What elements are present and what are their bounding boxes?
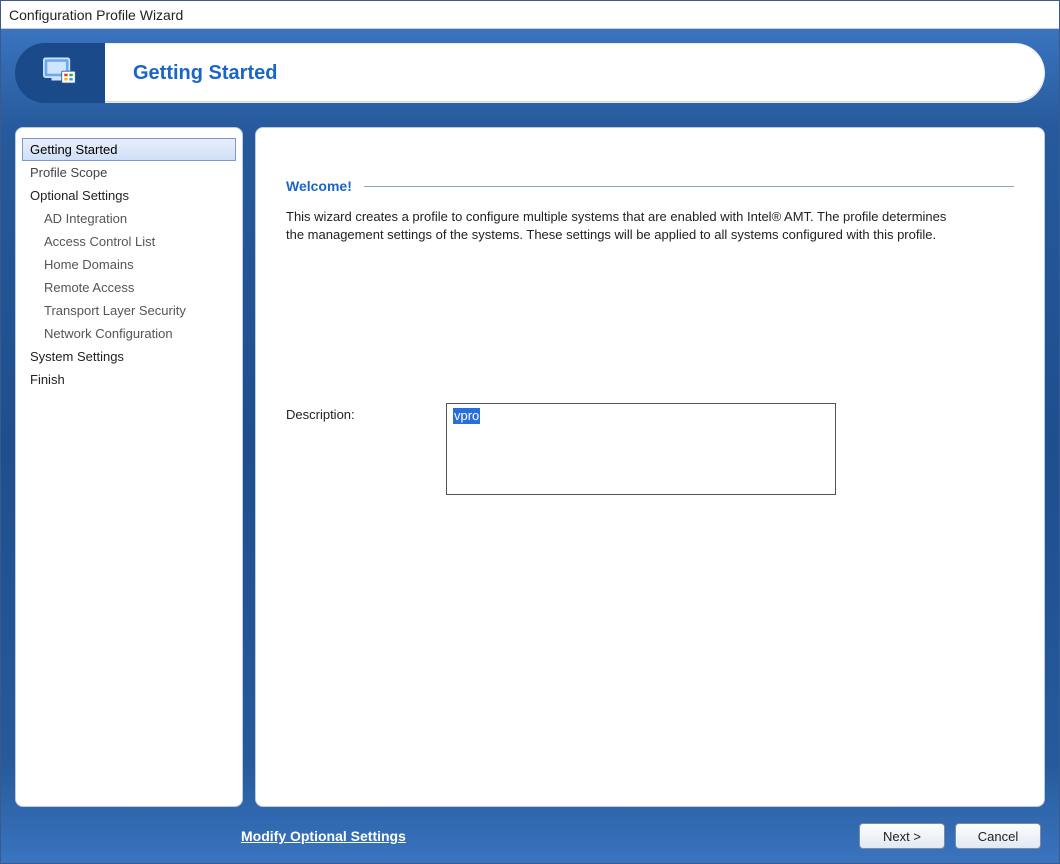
nav-finish[interactable]: Finish xyxy=(22,368,236,391)
nav-access-control-list[interactable]: Access Control List xyxy=(22,230,236,253)
nav-ad-integration[interactable]: AD Integration xyxy=(22,207,236,230)
welcome-text: This wizard creates a profile to configu… xyxy=(286,208,966,243)
main-panel: Welcome! This wizard creates a profile t… xyxy=(255,127,1045,807)
banner-title: Getting Started xyxy=(133,62,277,85)
banner: Getting Started xyxy=(15,43,1045,103)
nav-transport-layer-security[interactable]: Transport Layer Security xyxy=(22,299,236,322)
content-row: Getting Started Profile Scope Optional S… xyxy=(15,127,1045,807)
description-value: vpro xyxy=(453,408,480,424)
description-row: Description: vpro xyxy=(286,403,1014,495)
section-divider xyxy=(364,186,1014,187)
cancel-button[interactable]: Cancel xyxy=(955,823,1041,849)
section-title: Welcome! xyxy=(286,178,352,194)
description-label: Description: xyxy=(286,403,386,422)
nav-remote-access[interactable]: Remote Access xyxy=(22,276,236,299)
monitor-config-icon xyxy=(43,57,77,90)
wizard-window: Configuration Profile Wizard xyxy=(0,0,1060,864)
description-input[interactable]: vpro xyxy=(446,403,836,495)
titlebar: Configuration Profile Wizard xyxy=(1,1,1059,29)
window-title: Configuration Profile Wizard xyxy=(9,7,183,23)
section-header: Welcome! xyxy=(286,178,1014,194)
nav-home-domains[interactable]: Home Domains xyxy=(22,253,236,276)
nav-optional-settings[interactable]: Optional Settings xyxy=(22,184,236,207)
nav-system-settings[interactable]: System Settings xyxy=(22,345,236,368)
modify-optional-settings-link[interactable]: Modify Optional Settings xyxy=(241,828,406,844)
nav-profile-scope[interactable]: Profile Scope xyxy=(22,161,236,184)
banner-icon-wrap xyxy=(15,43,105,103)
nav-panel: Getting Started Profile Scope Optional S… xyxy=(15,127,243,807)
nav-network-configuration[interactable]: Network Configuration xyxy=(22,322,236,345)
footer: Modify Optional Settings Next > Cancel xyxy=(1,815,1059,863)
nav-getting-started[interactable]: Getting Started xyxy=(22,138,236,161)
client-area: Getting Started Getting Started Profile … xyxy=(1,29,1059,863)
next-button[interactable]: Next > xyxy=(859,823,945,849)
banner-bar: Getting Started xyxy=(105,43,1045,103)
